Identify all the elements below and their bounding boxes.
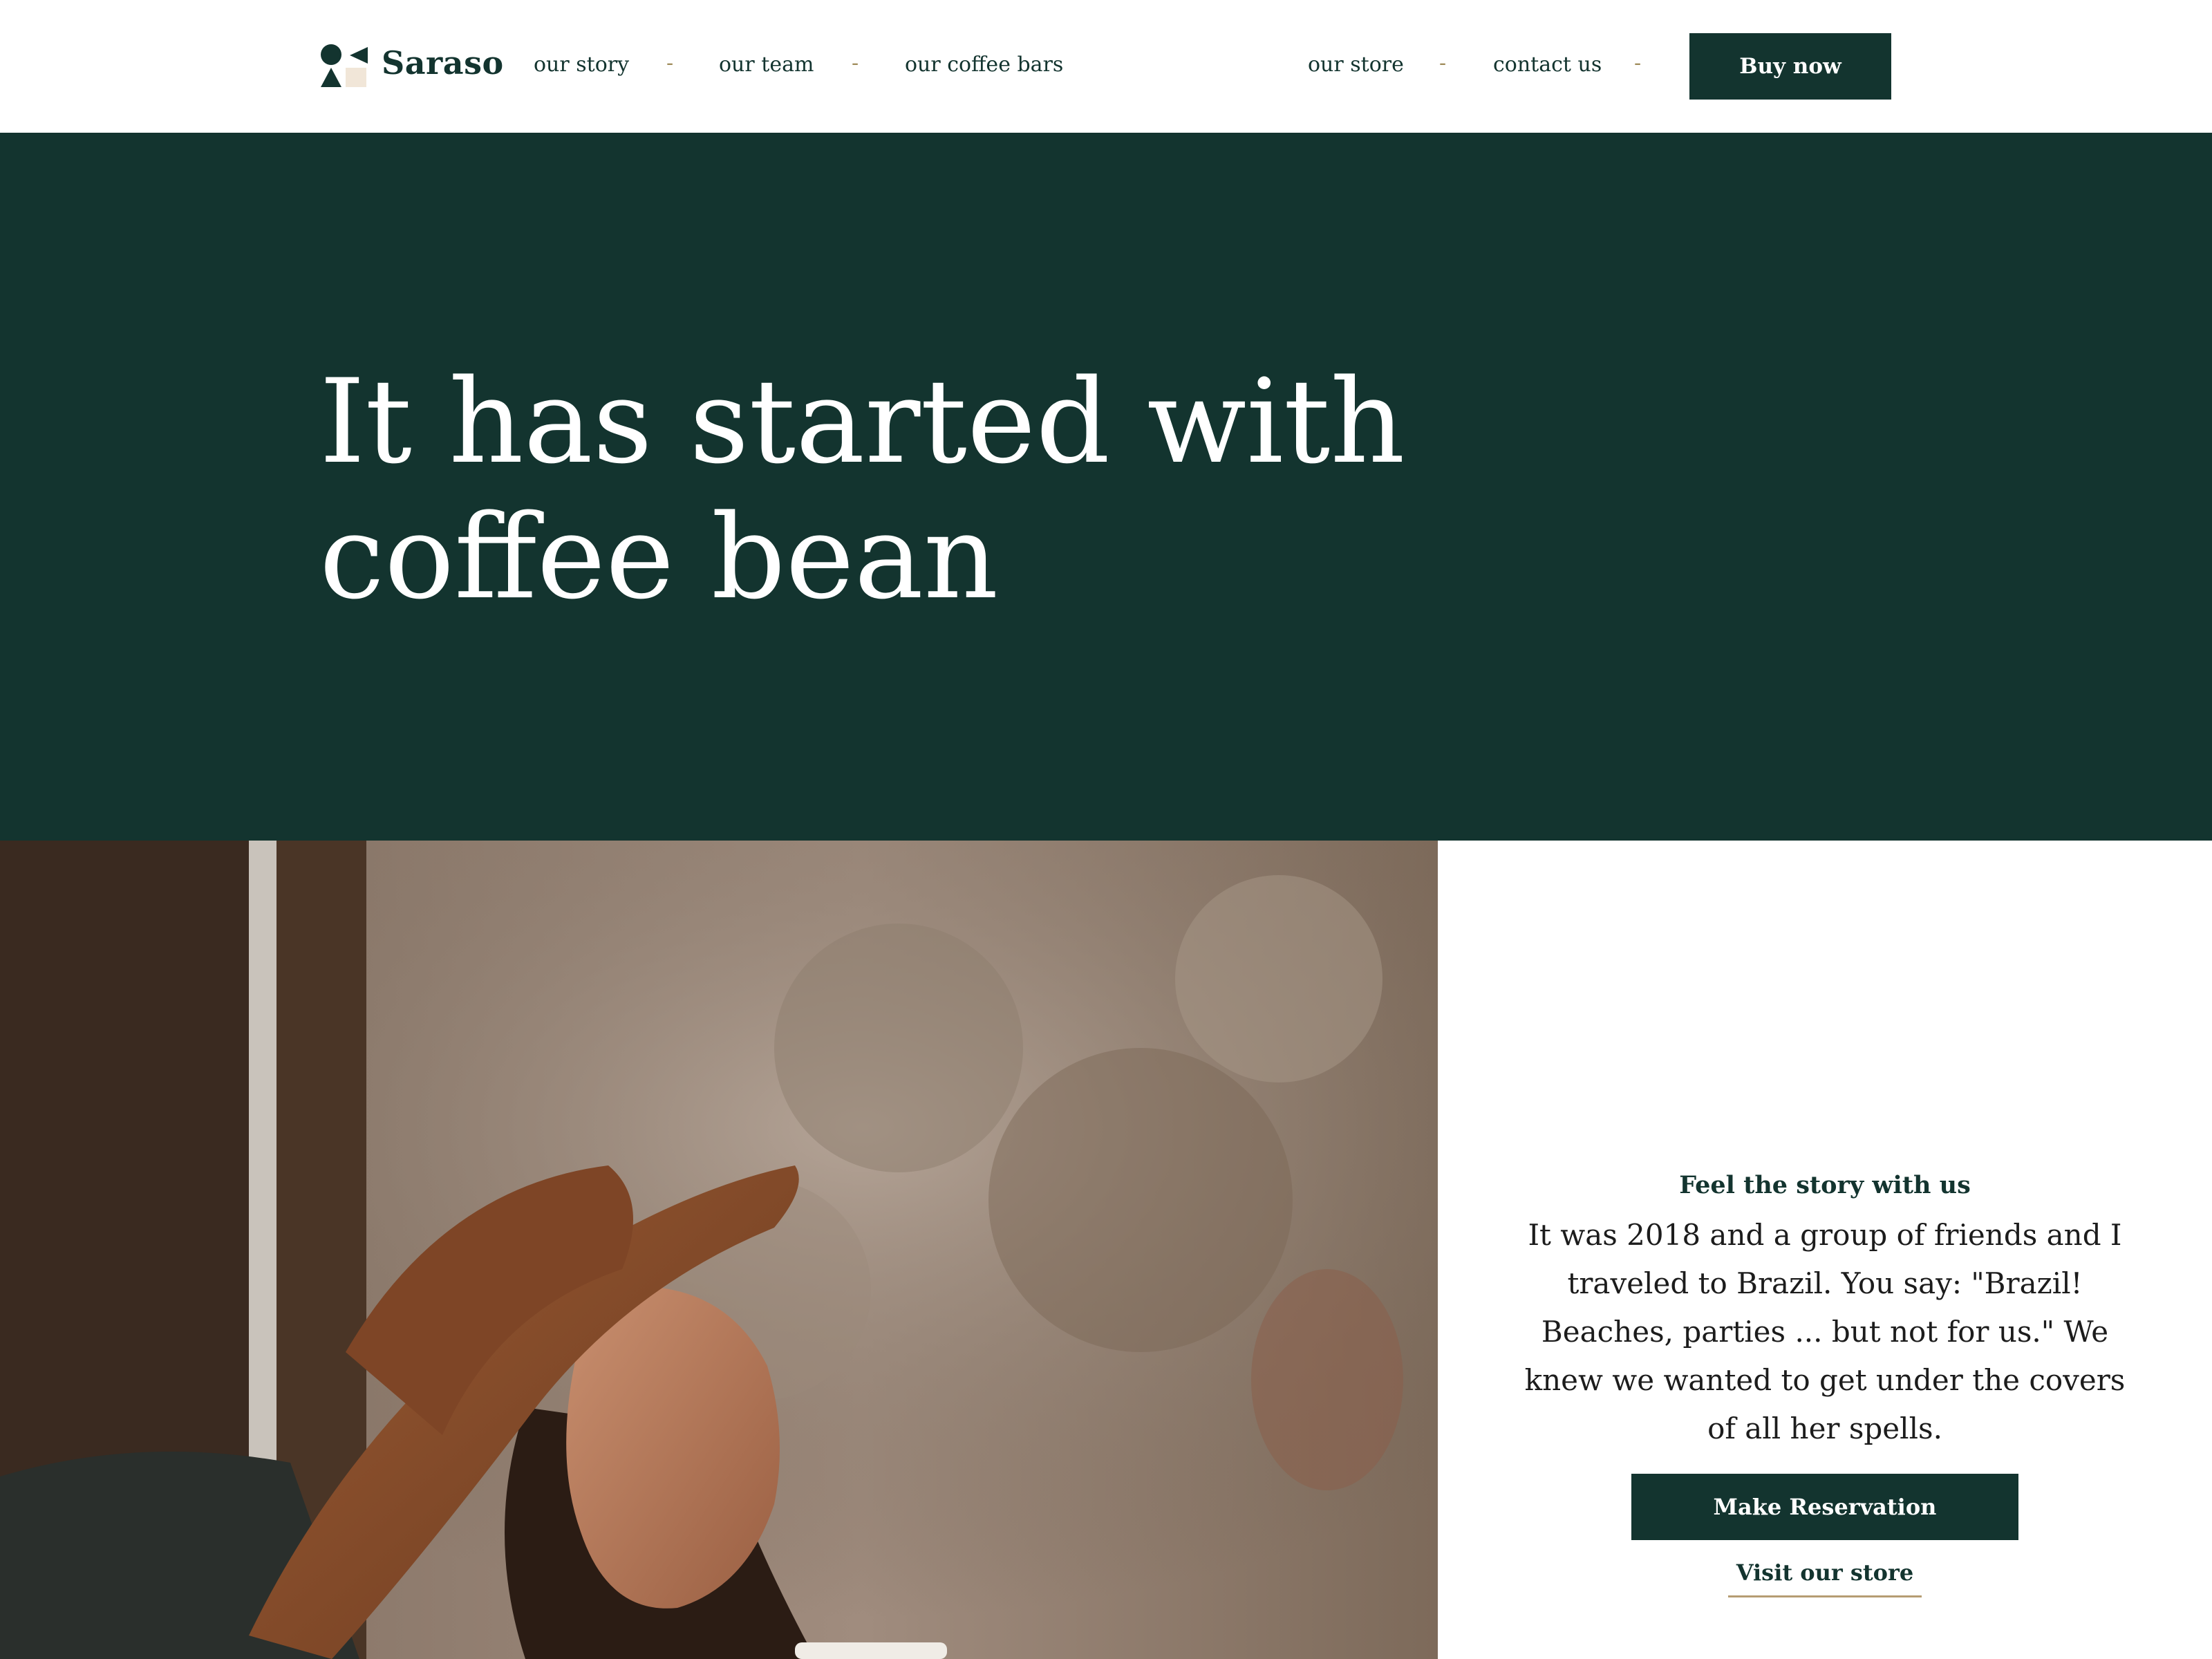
hero-photo — [0, 841, 1438, 1659]
nav-separator: - — [1439, 51, 1447, 75]
make-reservation-button[interactable]: Make Reservation — [1631, 1474, 2018, 1540]
nav-our-team[interactable]: our team — [719, 53, 814, 77]
site-header: Saraso our story - our team - our coffee… — [0, 0, 2212, 133]
nav-separator: - — [1634, 51, 1642, 75]
visit-store-link[interactable]: Visit our store — [1728, 1559, 1922, 1597]
nav-contact-us[interactable]: contact us — [1493, 53, 1602, 77]
story-kicker: Feel the story with us — [1679, 1171, 1971, 1199]
hero-title: It has started with coffee bean — [319, 354, 1405, 625]
nav-our-coffee-bars[interactable]: our coffee bars — [905, 53, 1063, 77]
nav-our-story[interactable]: our story — [534, 53, 629, 77]
buy-now-button[interactable]: Buy now — [1689, 33, 1891, 100]
saraso-logo-icon[interactable] — [319, 43, 368, 88]
story-text: It was 2018 and a group of friends and I… — [1524, 1218, 2126, 1445]
nav-separator: - — [852, 51, 859, 75]
nav-separator: - — [666, 51, 674, 75]
hero-section: It has started with coffee bean — [0, 133, 2212, 841]
nav-our-store[interactable]: our store — [1308, 53, 1404, 77]
woman-in-hat-photo — [0, 841, 1438, 1659]
brand-name[interactable]: Saraso — [382, 44, 504, 82]
